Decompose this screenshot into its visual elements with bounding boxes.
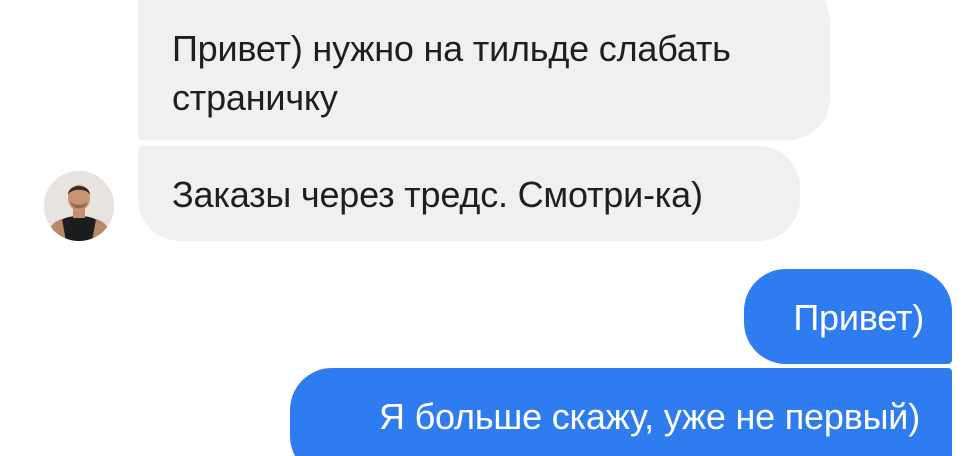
message-text: Заказы через тредс. Смотри-ка) (172, 174, 703, 215)
avatar-photo-icon (44, 171, 114, 241)
incoming-message-bubble[interactable]: Привет) нужно на тильде слабать страничк… (138, 0, 830, 140)
message-text-line-2: страничку (172, 77, 338, 118)
message-text: Я больше скажу, уже не первый) (378, 396, 920, 437)
outgoing-message-bubble[interactable]: Привет) (744, 269, 952, 364)
incoming-message-bubble[interactable]: Заказы через тредс. Смотри-ка) (138, 146, 800, 241)
avatar[interactable] (44, 171, 114, 241)
outgoing-message-bubble[interactable]: Я больше скажу, уже не первый) (290, 368, 952, 456)
chat-thread: Привет) нужно на тильде слабать страничк… (0, 0, 972, 456)
message-text: Привет) (793, 297, 924, 338)
message-text-line-1: Привет) нужно на тильде слабать (172, 28, 731, 69)
